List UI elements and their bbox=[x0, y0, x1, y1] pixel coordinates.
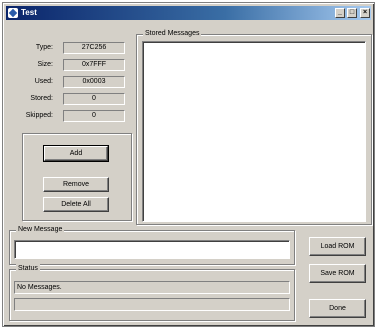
message-actions-group: Add Remove Delete All bbox=[22, 133, 132, 221]
load-rom-button[interactable]: Load ROM bbox=[309, 237, 366, 256]
status-line-2 bbox=[14, 298, 290, 311]
stored-messages-label: Stored Messages bbox=[143, 29, 202, 39]
maximize-button[interactable]: □ bbox=[347, 8, 357, 18]
status-group: Status No Messages. bbox=[9, 264, 295, 321]
add-button[interactable]: Add bbox=[43, 145, 109, 162]
skipped-value: 0 bbox=[63, 110, 125, 122]
app-icon bbox=[8, 8, 18, 18]
status-line-1: No Messages. bbox=[14, 281, 290, 294]
new-message-input[interactable] bbox=[14, 240, 290, 259]
done-button[interactable]: Done bbox=[309, 299, 366, 318]
delete-all-button[interactable]: Delete All bbox=[43, 197, 109, 212]
stored-messages-group: Stored Messages bbox=[136, 29, 372, 225]
skipped-label: Skipped: bbox=[25, 112, 53, 119]
new-message-group: New Message bbox=[9, 225, 295, 265]
stored-label: Stored: bbox=[30, 95, 53, 102]
type-value: 27C256 bbox=[63, 42, 125, 54]
close-button[interactable]: × bbox=[360, 8, 370, 18]
main-window: Test _ □ × Type: 27C256 Size: 0x7FFF Use… bbox=[2, 2, 375, 327]
save-rom-button[interactable]: Save ROM bbox=[309, 264, 366, 283]
size-label: Size: bbox=[37, 61, 53, 68]
window-title: Test bbox=[21, 8, 37, 17]
minimize-button[interactable]: _ bbox=[335, 8, 345, 18]
stored-value: 0 bbox=[63, 93, 125, 105]
status-label: Status bbox=[16, 264, 40, 274]
used-label: Used: bbox=[34, 78, 53, 85]
type-label: Type: bbox=[35, 44, 53, 51]
stored-messages-list[interactable] bbox=[142, 41, 366, 222]
title-bar[interactable]: Test _ □ × bbox=[6, 6, 371, 20]
size-value: 0x7FFF bbox=[63, 59, 125, 71]
used-value: 0x0003 bbox=[63, 76, 125, 88]
new-message-label: New Message bbox=[16, 225, 65, 235]
remove-button[interactable]: Remove bbox=[43, 177, 109, 192]
